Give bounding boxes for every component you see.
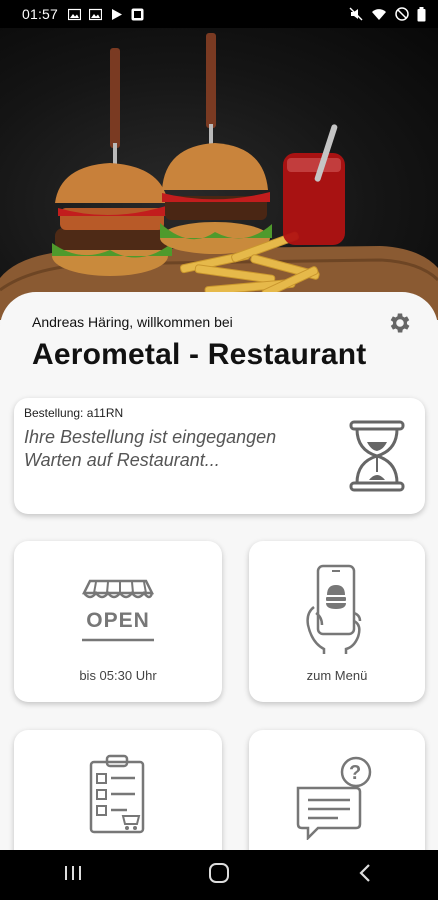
wifi-icon: [371, 8, 387, 21]
mute-icon: [349, 7, 363, 21]
gallery-icon: [89, 8, 103, 21]
phone-menu-icon: [302, 563, 372, 660]
order-status-card[interactable]: Bestellung: a11RN Ihre Bestellung ist ei…: [14, 398, 425, 514]
gallery-icon: [68, 8, 82, 21]
restaurant-title: Aerometal - Restaurant: [32, 338, 367, 371]
back-button[interactable]: [335, 855, 395, 895]
order-status-line-1: Ihre Bestellung ist eingegangen: [24, 427, 277, 447]
system-navigation-bar: [0, 850, 438, 900]
recent-apps-icon: [62, 864, 84, 887]
order-checklist-icon: [83, 752, 153, 841]
status-bar: 01:57: [0, 0, 438, 28]
opening-hours-tile[interactable]: OPEN bis 05:30 Uhr: [14, 541, 222, 702]
chat-question-icon: ?: [294, 754, 380, 845]
opening-hours-caption: bis 05:30 Uhr: [79, 668, 157, 683]
menu-tile[interactable]: zum Menü: [249, 541, 425, 702]
home-icon: [208, 862, 230, 889]
recent-apps-button[interactable]: [43, 855, 103, 895]
status-time: 01:57: [22, 6, 59, 22]
greeting-text: Andreas Häring, willkommen bei: [32, 314, 233, 330]
settings-button[interactable]: [385, 310, 415, 340]
home-button[interactable]: [189, 855, 249, 895]
back-icon: [358, 863, 372, 888]
do-not-disturb-icon: [395, 7, 409, 21]
order-status-text: Ihre Bestellung ist eingegangen Warten a…: [24, 426, 344, 472]
menu-caption: zum Menü: [306, 668, 368, 683]
battery-icon: [417, 6, 426, 22]
order-status-line-2: Warten auf Restaurant...: [24, 450, 220, 470]
hero-burger-image: [0, 28, 438, 320]
play-store-icon: [110, 8, 123, 21]
app-icon: [131, 8, 144, 21]
order-number-label: Bestellung: a11RN: [24, 406, 124, 420]
hourglass-icon: [349, 420, 405, 497]
open-sign-text: OPEN: [86, 609, 150, 632]
gear-icon: [387, 310, 413, 341]
svg-text:?: ?: [349, 762, 361, 784]
